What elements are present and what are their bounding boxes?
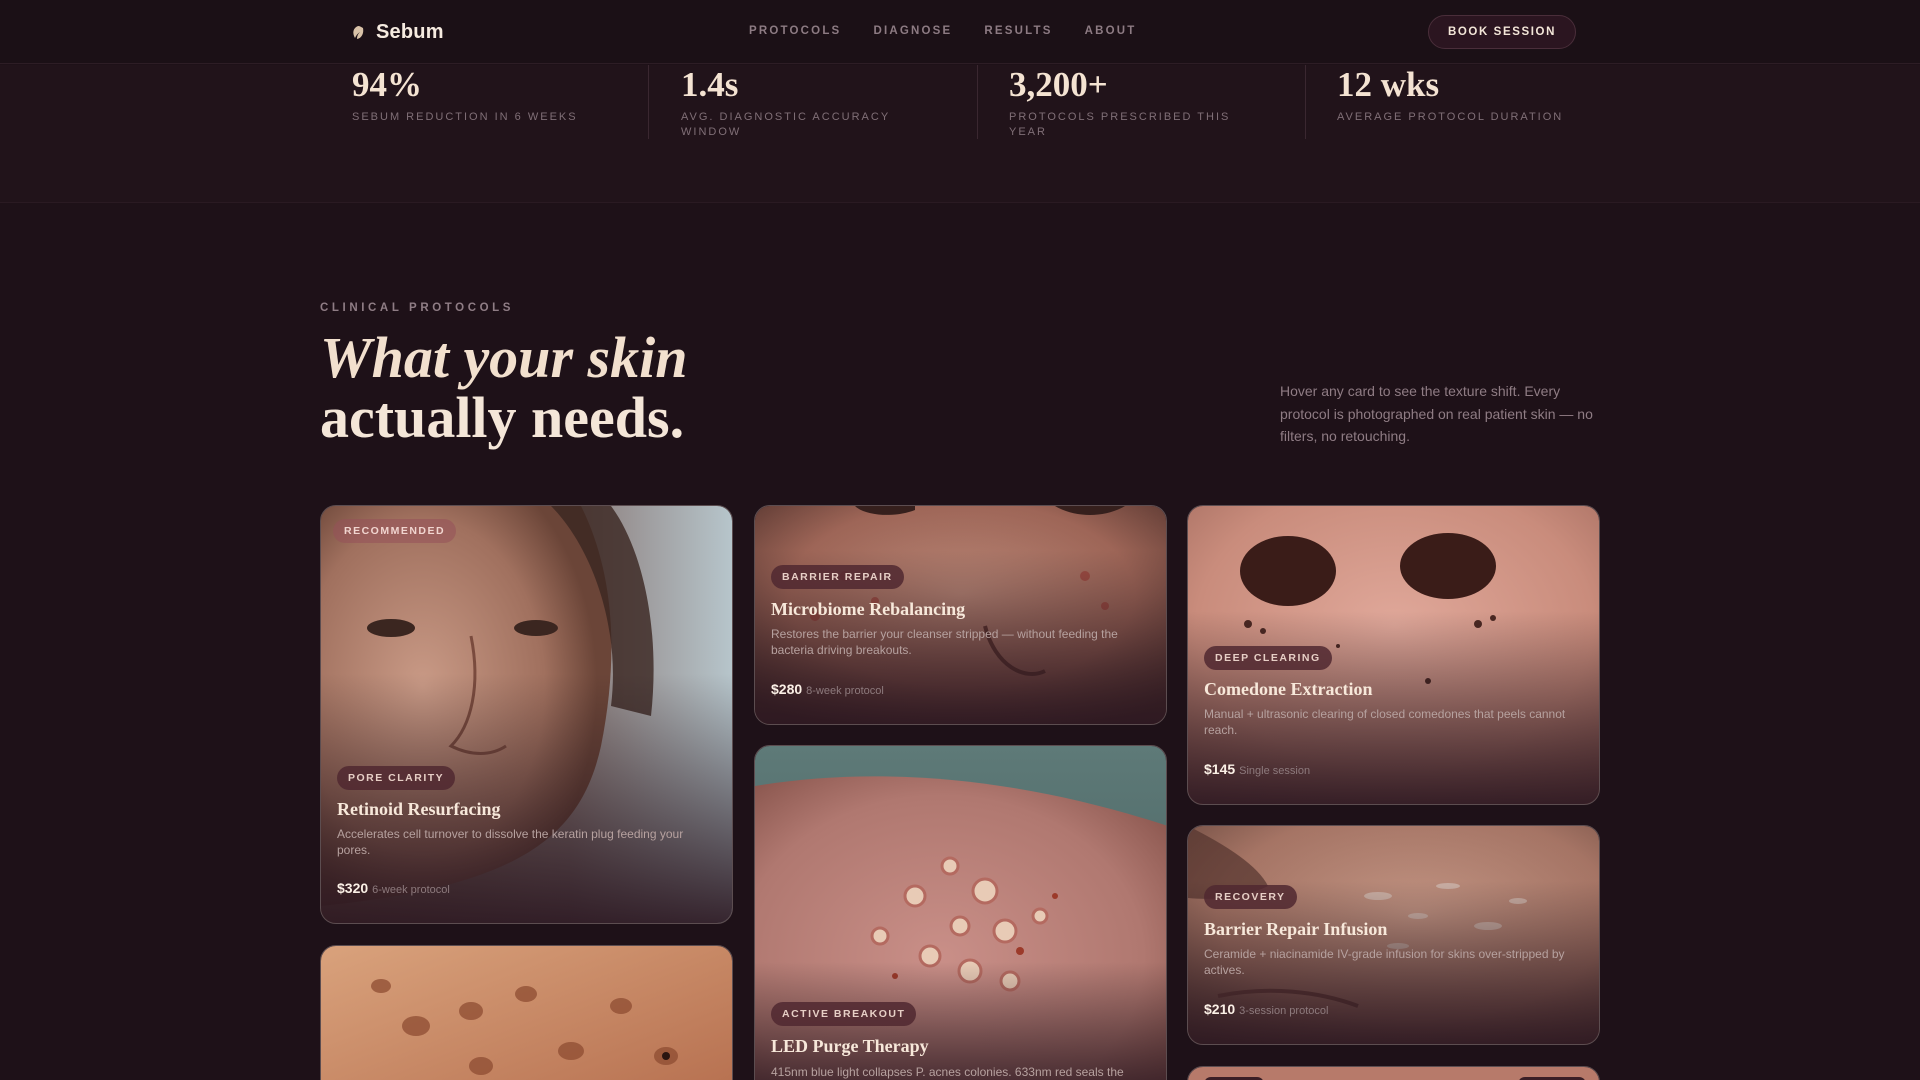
recommended-badge: RECOMMENDED xyxy=(333,519,457,543)
protocol-card-comedone-extraction[interactable]: DEEP CLEARING Comedone Extraction Manual… xyxy=(1187,505,1600,805)
leaf-logo-icon xyxy=(353,25,364,39)
card-tag: ACTIVE BREAKOUT xyxy=(771,1002,917,1026)
protocol-card-partial[interactable] xyxy=(1187,1066,1600,1080)
patient-face-photo xyxy=(321,506,732,923)
nav-link-protocols[interactable]: PROTOCOLS xyxy=(749,25,841,37)
card-duration: Single session xyxy=(1239,765,1311,777)
nav-link-diagnose[interactable]: DIAGNOSE xyxy=(873,25,952,37)
card-duration: 8-week protocol xyxy=(806,685,884,697)
stat-label: AVERAGE PROTOCOL DURATION xyxy=(1337,111,1564,123)
nav-link-results[interactable]: RESULTS xyxy=(984,25,1052,37)
card-description: Restores the barrier your cleanser strip… xyxy=(771,627,1118,657)
nav-links: PROTOCOLS DIAGNOSE RESULTS ABOUT xyxy=(749,25,1169,37)
card-description: Manual + ultrasonic clearing of closed c… xyxy=(1204,707,1566,737)
card-description: Accelerates cell turnover to dissolve th… xyxy=(337,827,684,857)
section-eyebrow: CLINICAL PROTOCOLS xyxy=(320,302,515,314)
protocol-card-texture[interactable] xyxy=(320,945,733,1080)
card-price: $145 xyxy=(1204,761,1236,777)
brand[interactable]: Sebum xyxy=(350,21,444,44)
card-duration: 6-week protocol xyxy=(372,884,450,896)
protocol-card-barrier-repair-infusion[interactable]: RECOVERY Barrier Repair Infusion Ceramid… xyxy=(1187,825,1600,1045)
nav-link-about[interactable]: ABOUT xyxy=(1085,25,1137,37)
card-duration: 3-session protocol xyxy=(1239,1005,1329,1017)
card-description: Ceramide + niacinamide IV-grade infusion… xyxy=(1204,947,1565,977)
stat-label: PROTOCOLS PRESCRIBED THIS YEAR xyxy=(1009,111,1231,138)
card-tag: DEEP CLEARING xyxy=(1204,646,1332,670)
brand-name: Sebum xyxy=(376,21,444,43)
skin-photo xyxy=(1188,1067,1599,1080)
card-tag: RECOVERY xyxy=(1204,885,1297,909)
stat-value: 94% xyxy=(352,65,422,104)
card-title: Retinoid Resurfacing xyxy=(337,799,501,819)
stat-value: 3,200+ xyxy=(1009,65,1108,104)
card-title: Comedone Extraction xyxy=(1204,679,1373,699)
protocol-card-retinoid-resurfacing[interactable]: RECOMMENDED PORE CLARITY Retinoid Resurf… xyxy=(320,505,733,924)
stat-divider xyxy=(977,65,978,139)
stat-label: AVG. DIAGNOSTIC ACCURACY WINDOW xyxy=(681,111,890,138)
card-price-row: $210 3-session protocol xyxy=(1204,1001,1328,1019)
card-price: $280 xyxy=(771,681,803,697)
stats-band: 94% SEBUM REDUCTION IN 6 WEEKS 1.4s AVG.… xyxy=(0,65,1920,203)
book-session-button[interactable]: BOOK SESSION xyxy=(1428,15,1576,49)
section-intro: Hover any card to see the texture shift.… xyxy=(1280,383,1593,444)
section-headline: What your skin actually needs. xyxy=(320,328,687,448)
card-title: Microbiome Rebalancing xyxy=(771,599,966,619)
card-price-row: $145 Single session xyxy=(1204,761,1310,779)
card-title: Barrier Repair Infusion xyxy=(1204,919,1388,939)
stat-divider xyxy=(1305,65,1306,139)
card-tag: BARRIER REPAIR xyxy=(771,565,904,589)
skin-breakout-photo xyxy=(755,746,1166,1080)
protocol-card-microbiome-rebalancing[interactable]: BARRIER REPAIR Microbiome Rebalancing Re… xyxy=(754,505,1167,725)
card-title: LED Purge Therapy xyxy=(771,1036,929,1056)
card-description: 415nm blue light collapses P. acnes colo… xyxy=(771,1065,1124,1079)
stat-value: 1.4s xyxy=(681,65,739,104)
card-tag: PORE CLARITY xyxy=(337,766,456,790)
protocol-card-led-purge-therapy[interactable]: ACTIVE BREAKOUT LED Purge Therapy 415nm … xyxy=(754,745,1167,1080)
card-price: $320 xyxy=(337,880,369,896)
card-price-row: $280 8-week protocol xyxy=(771,681,884,699)
top-nav: Sebum PROTOCOLS DIAGNOSE RESULTS ABOUT B… xyxy=(0,0,1920,64)
card-price: $210 xyxy=(1204,1001,1236,1017)
stat-label: SEBUM REDUCTION IN 6 WEEKS xyxy=(352,111,578,123)
headline-line-1: What your skin xyxy=(320,325,688,390)
stat-divider xyxy=(648,65,649,139)
card-price-row: $320 6-week protocol xyxy=(337,880,450,898)
skin-pores-photo xyxy=(321,946,732,1080)
headline-line-2: actually needs. xyxy=(320,385,685,450)
stat-value: 12 wks xyxy=(1337,65,1440,104)
